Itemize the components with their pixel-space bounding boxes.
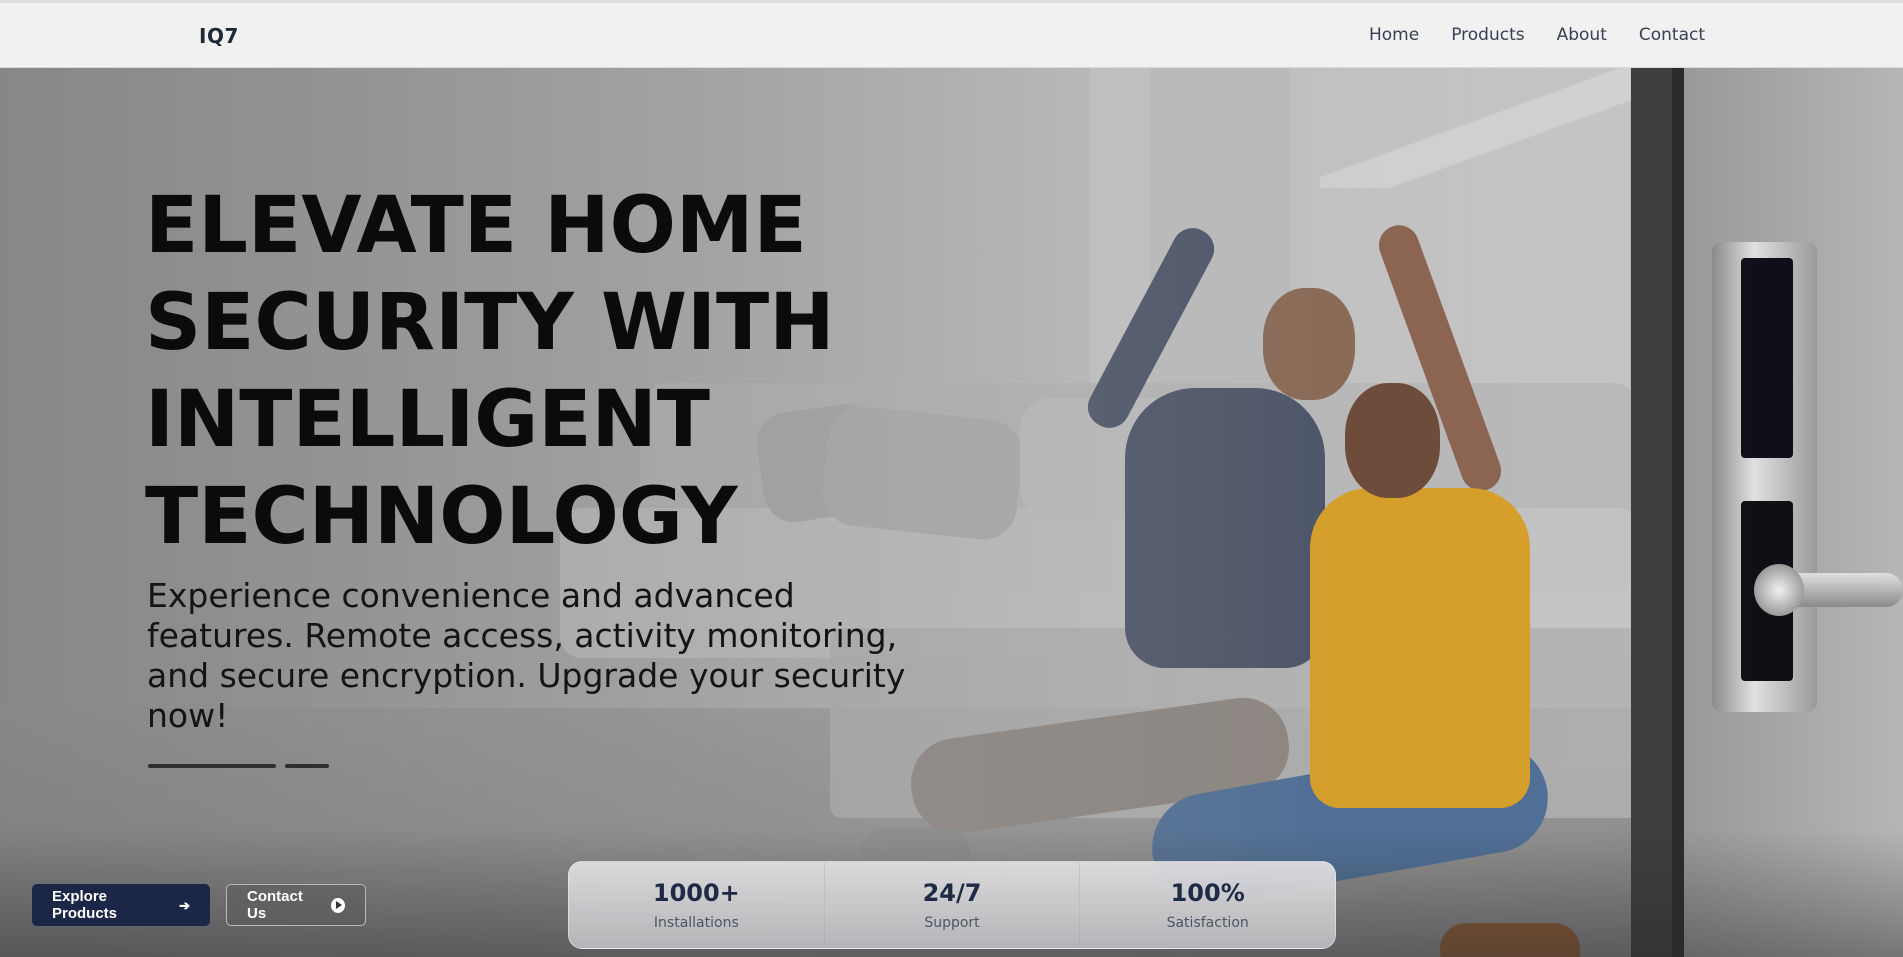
hero-title-line: INTELLIGENT: [145, 375, 711, 465]
stat-label: Satisfaction: [1166, 915, 1249, 931]
stat-installations: 1000+ Installations: [569, 862, 825, 948]
hero-subtitle: Experience convenience and advanced feat…: [147, 576, 906, 735]
slide-indicator: [148, 764, 329, 768]
play-circle-icon: [331, 897, 345, 913]
stat-support: 24/7 Support: [825, 862, 1081, 948]
hero-title-line: SECURITY WITH: [145, 278, 835, 368]
stat-satisfaction: 100% Satisfaction: [1080, 862, 1335, 948]
stat-value: 100%: [1170, 879, 1245, 907]
nav-link-products[interactable]: Products: [1451, 25, 1524, 45]
contact-us-button[interactable]: Contact Us: [226, 884, 366, 926]
slide-indicator-inactive[interactable]: [285, 764, 329, 768]
explore-products-button[interactable]: Explore Products ➔: [32, 884, 210, 926]
hero-title-line: ELEVATE HOME: [145, 181, 807, 271]
stats-panel: 1000+ Installations 24/7 Support 100% Sa…: [568, 861, 1336, 949]
hero-section: ELEVATE HOME SECURITY WITH INTELLIGENT T…: [0, 68, 1903, 957]
explore-products-label: Explore Products: [52, 888, 118, 922]
slide-indicator-active[interactable]: [148, 764, 276, 768]
nav-link-contact[interactable]: Contact: [1639, 25, 1705, 45]
stat-value: 24/7: [922, 879, 982, 907]
hero-title: ELEVATE HOME SECURITY WITH INTELLIGENT T…: [145, 178, 1005, 566]
navbar: IQ7 Home Products About Contact: [0, 3, 1903, 68]
stat-value: 1000+: [652, 879, 740, 907]
hero-title-line: TECHNOLOGY: [145, 472, 738, 562]
brand-logo[interactable]: IQ7: [199, 24, 239, 48]
stat-label: Support: [924, 915, 980, 931]
nav-link-about[interactable]: About: [1557, 25, 1607, 45]
arrow-right-icon: ➔: [179, 897, 190, 913]
contact-us-label: Contact Us: [247, 888, 303, 922]
nav-link-home[interactable]: Home: [1369, 25, 1419, 45]
main-nav: Home Products About Contact: [1369, 25, 1705, 45]
stat-label: Installations: [653, 915, 739, 931]
